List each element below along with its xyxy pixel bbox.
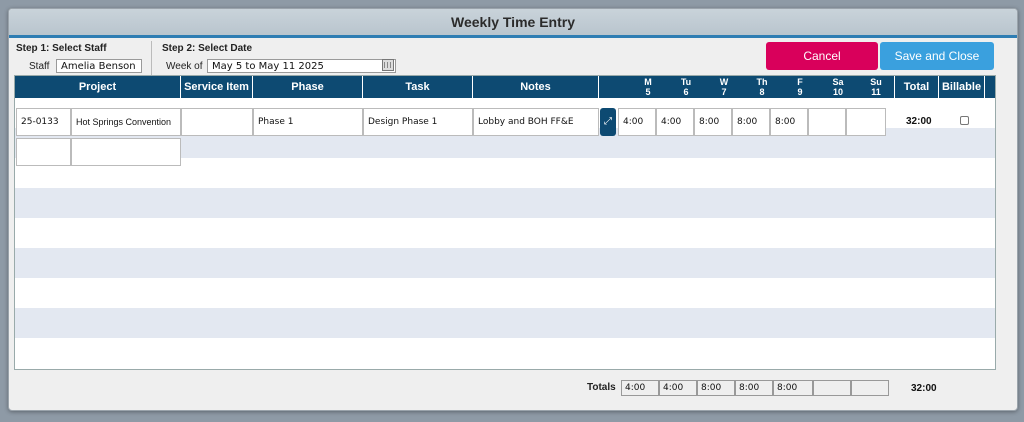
step2-title: Step 2: Select Date: [162, 43, 253, 54]
column-header-phase[interactable]: Phase: [253, 76, 363, 98]
week-of-field[interactable]: May 5 to May 11 2025: [207, 59, 396, 73]
column-header-service-item[interactable]: Service Item: [181, 76, 253, 98]
header-scroll-spacer: [985, 76, 995, 98]
day-header-fri: F9: [781, 76, 819, 98]
day-header-wed: W7: [705, 76, 743, 98]
day-name: F: [797, 77, 803, 87]
hours-cell-sat[interactable]: [808, 108, 846, 136]
day-header-tue: Tu 6: [667, 76, 705, 98]
save-and-close-button[interactable]: Save and Close: [880, 42, 994, 70]
day-date: 11: [871, 87, 881, 97]
row-total: 32:00: [906, 116, 932, 127]
empty-row-stripe: [15, 308, 995, 338]
hours-cell-wed[interactable]: 8:00: [694, 108, 732, 136]
column-header-billable[interactable]: Billable: [939, 76, 985, 98]
day-header-mon: M5: [629, 76, 667, 98]
day-date: 9: [797, 87, 803, 97]
day-date: 10: [832, 87, 843, 97]
day-name: Su: [870, 77, 882, 87]
notes-cell[interactable]: Lobby and BOH FF&E: [473, 108, 599, 136]
hours-cell-sun[interactable]: [846, 108, 886, 136]
task-cell[interactable]: Design Phase 1: [363, 108, 473, 136]
staff-label: Staff: [29, 61, 50, 72]
hours-cell-mon[interactable]: 4:00: [618, 108, 656, 136]
expand-notes-icon[interactable]: ⤢: [600, 108, 616, 136]
total-wed: 8:00: [697, 380, 735, 396]
total-sun: [851, 380, 889, 396]
step1-title: Step 1: Select Staff: [16, 43, 107, 54]
day-name: M: [644, 77, 652, 87]
day-name: Th: [756, 77, 768, 87]
project-code-cell[interactable]: 25-0133: [16, 108, 71, 136]
time-entry-grid: Project Service Item Phase Task Notes To…: [14, 75, 996, 370]
phase-cell[interactable]: Phase 1: [253, 108, 363, 136]
total-thu: 8:00: [735, 380, 773, 396]
column-header-task[interactable]: Task: [363, 76, 473, 98]
weekly-time-entry-dialog: Weekly Time Entry Step 1: Select Staff S…: [8, 8, 1018, 411]
empty-row-stripe: [15, 248, 995, 278]
project-name-cell[interactable]: Hot Springs Convention: [71, 108, 181, 136]
total-mon: 4:00: [621, 380, 659, 396]
dialog-title: Weekly Time Entry: [9, 9, 1017, 38]
grand-total: 32:00: [911, 383, 937, 394]
new-project-code-cell[interactable]: [16, 138, 71, 166]
week-of-label: Week of: [166, 61, 203, 72]
empty-row-stripe: [15, 188, 995, 218]
hours-cell-thu[interactable]: 8:00: [732, 108, 770, 136]
day-name: Tu: [680, 77, 692, 87]
step-divider: [151, 41, 152, 77]
total-fri: 8:00: [773, 380, 813, 396]
billable-checkbox[interactable]: [960, 116, 969, 125]
day-date: 5: [645, 87, 651, 97]
column-header-total[interactable]: Total: [895, 76, 939, 98]
day-date: 7: [721, 87, 727, 97]
totals-label: Totals: [587, 382, 616, 393]
hours-cell-tue[interactable]: 4:00: [656, 108, 694, 136]
day-header-sat: Sa 10: [819, 76, 857, 98]
column-header-notes[interactable]: Notes: [473, 76, 599, 98]
day-name: Sa: [832, 77, 844, 87]
day-date: 8: [759, 87, 765, 97]
service-item-cell[interactable]: [181, 108, 253, 136]
total-sat: [813, 380, 851, 396]
new-project-name-cell[interactable]: [71, 138, 181, 166]
calendar-icon[interactable]: [382, 59, 394, 71]
cancel-button[interactable]: Cancel: [766, 42, 878, 70]
day-date: 6: [683, 87, 689, 97]
day-header-sun: Su 11: [857, 76, 895, 98]
day-header-thu: Th 8: [743, 76, 781, 98]
total-tue: 4:00: [659, 380, 697, 396]
staff-field[interactable]: Amelia Benson: [56, 59, 142, 73]
column-header-project[interactable]: Project: [15, 76, 181, 98]
hours-cell-fri[interactable]: 8:00: [770, 108, 808, 136]
day-name: W: [719, 77, 729, 87]
